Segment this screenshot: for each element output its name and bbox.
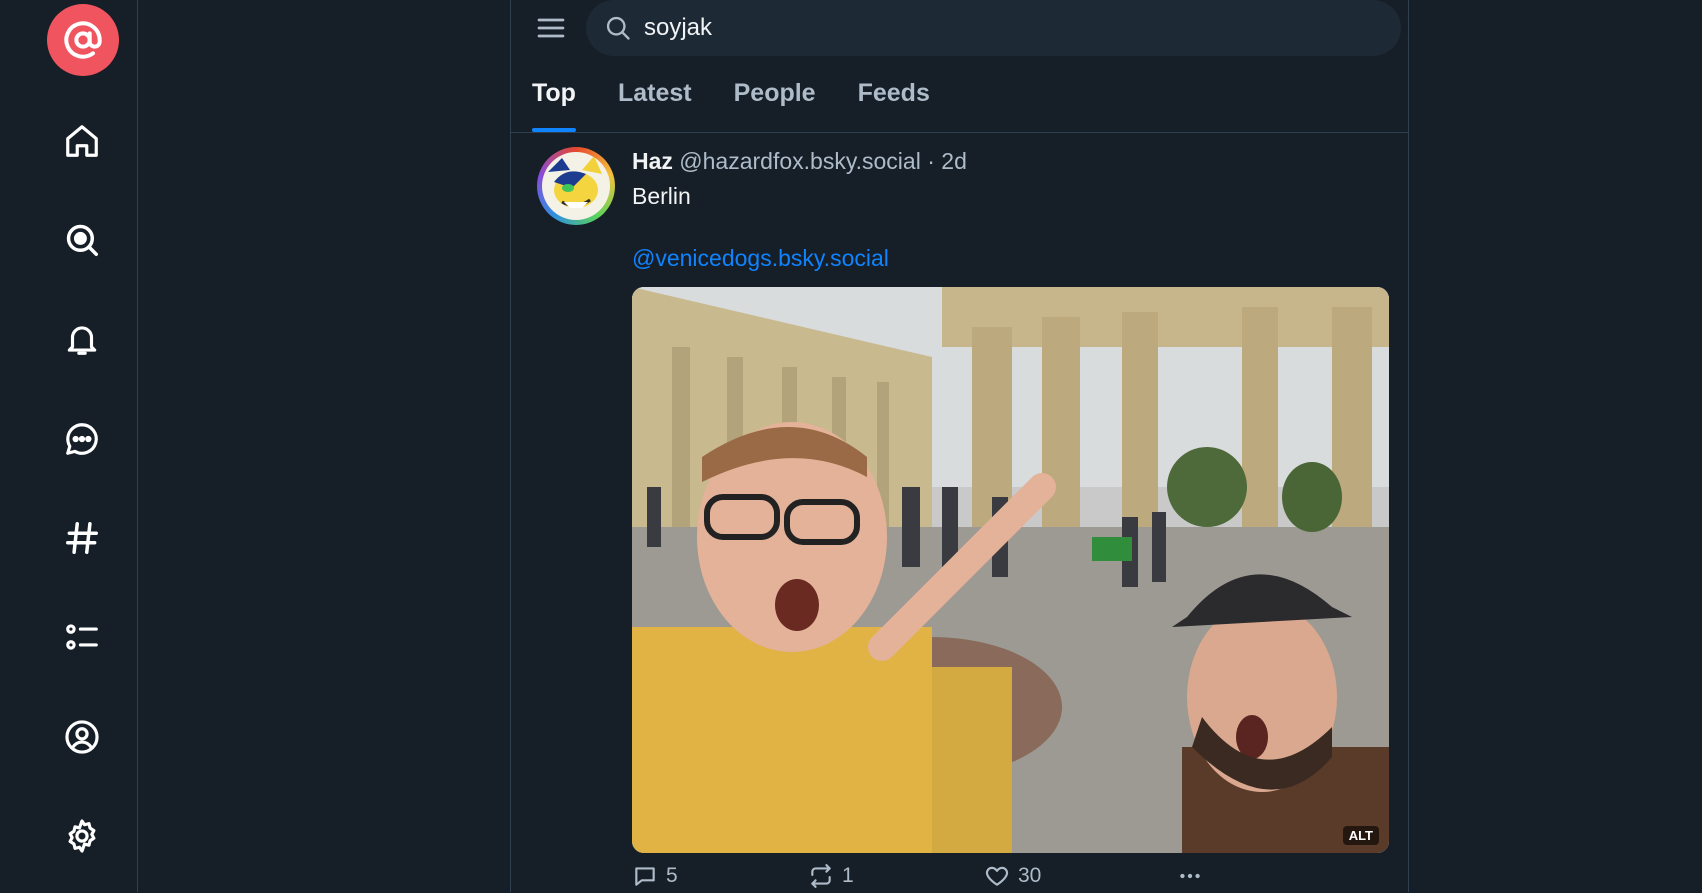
author-name[interactable]: Haz [632, 148, 673, 174]
tab-top[interactable]: Top [532, 64, 576, 132]
author-avatar[interactable] [537, 147, 615, 225]
at-sign-logo-icon[interactable] [47, 4, 119, 76]
post-timestamp[interactable]: 2d [941, 148, 967, 174]
post-card[interactable]: Haz @hazardfox.bsky.social · 2d Berlin @… [511, 133, 1408, 892]
tab-latest[interactable]: Latest [618, 64, 692, 132]
post-text: Berlin [632, 183, 691, 209]
more-options-button[interactable] [1177, 863, 1203, 889]
repost-button[interactable]: 1 [808, 863, 854, 889]
tab-people[interactable]: People [734, 64, 816, 132]
post-actions: 5 1 30 [632, 863, 1389, 893]
left-nav-rail [0, 0, 138, 892]
main-column: Top Latest People Feeds Haz @hazardfox.b… [510, 0, 1409, 892]
post-mention-link[interactable]: @venicedogs.bsky.social [632, 245, 889, 272]
nav-profile-icon[interactable] [58, 713, 106, 761]
nav-hashtag-icon[interactable] [58, 514, 106, 562]
alt-text-badge[interactable]: ALT [1342, 826, 1379, 845]
nav-bell-icon[interactable] [58, 315, 106, 363]
heart-icon [985, 866, 1009, 886]
tab-feeds[interactable]: Feeds [858, 64, 930, 132]
nav-chat-icon[interactable] [58, 415, 106, 463]
author-handle[interactable]: @hazardfox.bsky.social [679, 148, 921, 174]
like-count: 30 [1018, 864, 1042, 887]
nav-list-icon[interactable] [58, 613, 106, 661]
reply-count: 5 [666, 864, 678, 887]
search-input[interactable] [642, 13, 1346, 43]
reply-icon [635, 867, 655, 886]
search-icon [606, 16, 630, 40]
search-tabs: Top Latest People Feeds [511, 64, 1408, 133]
reply-button[interactable]: 5 [632, 863, 678, 889]
nav-home-icon[interactable] [58, 117, 106, 165]
nav-settings-gear-icon[interactable] [58, 812, 106, 860]
like-button[interactable]: 30 [984, 863, 1041, 889]
repost-icon [811, 864, 831, 888]
nav-search-icon[interactable] [58, 216, 106, 264]
header-separator: · [927, 148, 935, 174]
ellipsis-icon [1180, 873, 1200, 879]
hamburger-menu-icon[interactable] [535, 12, 567, 44]
post-image[interactable]: ALT [632, 287, 1389, 853]
search-bar[interactable] [586, 0, 1401, 56]
post-header: Haz @hazardfox.bsky.social · 2d [632, 148, 967, 175]
repost-count: 1 [842, 864, 854, 887]
